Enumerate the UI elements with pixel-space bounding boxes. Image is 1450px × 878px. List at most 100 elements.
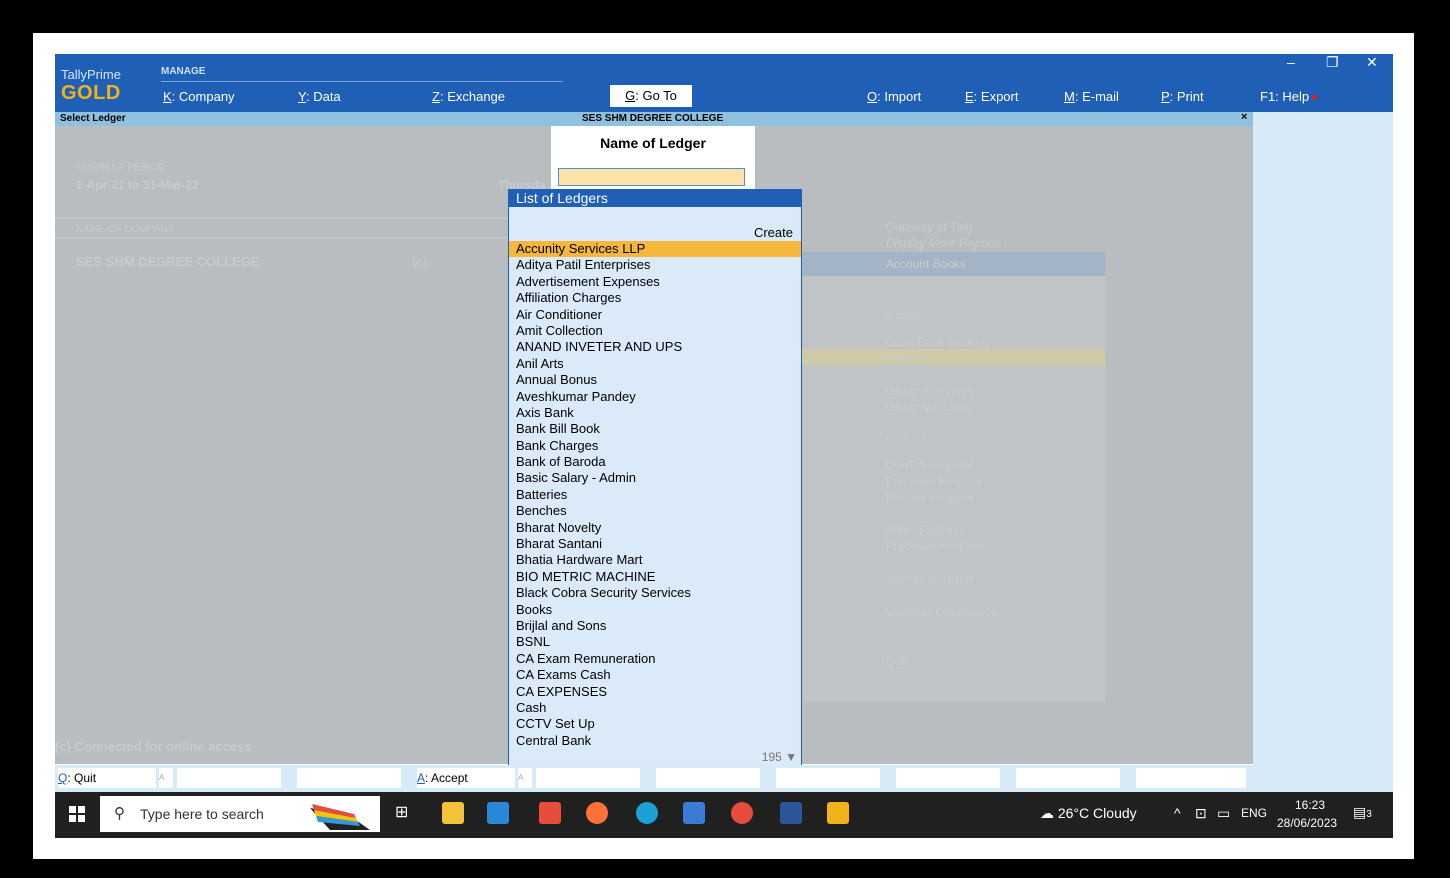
gateway-item: Group Summary [886,384,975,398]
gateway-item: Journal Register [886,572,974,586]
brand-name: TallyPrime [61,67,121,82]
gateway-item: VoUcher Clarification [886,605,999,619]
ledger-item[interactable]: Central Bank [509,733,801,749]
company-title: SES SHM DEGREE COLLEGE [582,113,724,124]
ledger-name-input[interactable] [558,168,745,186]
ledger-item[interactable]: Bharat Novelty [509,520,801,536]
gateway-item: Receipt Register [886,490,975,504]
right-button-panel [1253,112,1393,792]
ledger-item-selected[interactable]: Accunity Services LLP [509,241,801,258]
gateway-summary-label: SUMMARY [886,312,927,321]
ledger-item[interactable]: Amit Collection [509,323,801,339]
ledger-item[interactable]: Books [509,602,801,618]
menu-import[interactable]: O: Import [867,89,921,104]
weather-widget[interactable]: ☁ 26°C Cloudy [1040,805,1137,822]
search-icon: ⚲ [114,805,125,822]
tally-icon[interactable] [827,802,849,824]
ledger-item[interactable]: Cash [509,700,801,716]
title-strip: Select Ledger SES SHM DEGREE COLLEGE × [55,111,1253,126]
ledger-item[interactable]: Annual Bonus [509,372,801,388]
ledger-item[interactable]: Brijlal and Sons [509,618,801,634]
ledger-item[interactable]: Bharat Santani [509,536,801,552]
menu-data[interactable]: Y: Data [298,89,341,104]
language-indicator[interactable]: ENG [1241,806,1267,820]
ledger-item[interactable]: Black Cobra Security Services [509,585,801,601]
ledger-item[interactable]: Bank Charges [509,438,801,454]
network-icon[interactable]: ⊡ [1195,805,1207,822]
ledger-item[interactable]: CA Exams Cash [509,667,801,683]
current-period-label: CURRENT PERIOD [76,162,166,173]
ledger-item[interactable]: BSNL [509,634,801,650]
windows-taskbar: ⚲ Type here to search ⊞ ☁ 26°C Cloudy ^ … [55,792,1393,838]
menu-email[interactable]: M: E-mail [1064,89,1119,104]
tray-chevron-icon[interactable]: ^ [1174,805,1181,821]
ledger-item[interactable]: Advertisement Expenses [509,274,801,290]
restore-icon[interactable]: ❐ [1326,54,1339,71]
mail-icon[interactable] [487,802,509,824]
name-of-ledger-title: Name of Ledger [600,135,706,151]
menu-company[interactable]: K: Company [163,89,235,104]
ledger-item[interactable]: Batteries [509,487,801,503]
menu-print[interactable]: P: Print [1161,89,1204,104]
menu-go-to[interactable]: G: Go To [610,85,692,107]
ledger-item[interactable]: ANAND INVETER AND UPS [509,339,801,355]
ledger-item[interactable]: Affiliation Charges [509,290,801,306]
ledger-item[interactable]: Benches [509,503,801,519]
anydesk-icon[interactable] [539,802,561,824]
clock-date[interactable]: 28/06/2023 [1277,816,1337,830]
empty-button[interactable] [297,768,401,788]
file-explorer-icon[interactable] [442,802,464,824]
ledger-item[interactable]: Bank of Baroda [509,454,801,470]
ledger-item[interactable]: CCTV Set Up [509,716,801,732]
empty-button[interactable] [1136,768,1246,788]
close-screen-icon[interactable]: × [1241,111,1247,123]
empty-button[interactable] [656,768,760,788]
name-of-company-label: NAME OF COMPANY [76,224,175,235]
ledger-item[interactable]: CA EXPENSES [509,684,801,700]
gateway-title: Gateway of Tally [886,220,975,234]
ledger-item[interactable]: Bhatia Hardware Mart [509,552,801,568]
clock-time[interactable]: 16:23 [1295,798,1325,812]
accept-button[interactable]: A: Accept [417,768,515,788]
menu-export[interactable]: E: Export [965,89,1018,104]
search-placeholder: Type here to search [140,806,264,822]
ledger-item[interactable]: Anil Arts [509,356,801,372]
chrome-icon[interactable] [731,802,753,824]
ledger-item[interactable]: Air Conditioner [509,307,801,323]
notifications-icon[interactable]: ▤3 [1353,804,1372,821]
close-icon[interactable]: ✕ [1366,54,1378,71]
ledger-item[interactable]: Basic Salary - Admin [509,470,801,486]
edge-icon[interactable] [636,802,658,824]
ledger-item[interactable]: CA Exam Remuneration [509,651,801,667]
create-ledger-button[interactable]: Create [754,225,793,240]
bottom-button-bar: Q: Quit A A: Accept A [55,765,1253,792]
word-icon[interactable] [780,802,802,824]
windows-start-icon[interactable] [69,806,85,822]
firefox-icon[interactable] [586,802,608,824]
ledger-item[interactable]: Aditya Patil Enterprises [509,257,801,273]
ledger-list-panel: List of Ledgers Create Accunity Services… [508,189,802,767]
gateway-ledger-bg [800,349,1105,365]
ledger-count[interactable]: 195 ▼ [762,750,797,764]
ledger-item[interactable]: Aveshkumar Pandey [509,389,801,405]
empty-button[interactable] [536,768,640,788]
gateway-registers-label: REGISTERS [886,434,933,443]
ledger-item[interactable]: BIO METRIC MACHINE [509,569,801,585]
quit-button[interactable]: Q: Quit [58,768,156,788]
company-suffix: (c) [412,254,428,269]
empty-button[interactable] [896,768,1000,788]
tally-window: TallyPrime GOLD MANAGE K: Company Y: Dat… [55,54,1393,838]
taskbar-search[interactable]: ⚲ Type here to search [100,796,380,832]
ledger-item[interactable]: Bank Bill Book [509,421,801,437]
store-icon[interactable] [683,802,705,824]
task-view-icon[interactable]: ⊞ [395,802,417,824]
ledger-item[interactable]: Axis Bank [509,405,801,421]
empty-button[interactable] [177,768,281,788]
menu-help[interactable]: F1: Help [1260,89,1318,104]
empty-button[interactable] [1016,768,1120,788]
current-period: 1-Apr-21 to 31-Mar-22 [76,178,199,192]
menu-exchange[interactable]: Z: Exchange [432,89,505,104]
minimize-icon[interactable]: – [1287,54,1295,70]
display-icon[interactable]: ▭ [1217,805,1230,822]
empty-button[interactable] [776,768,880,788]
